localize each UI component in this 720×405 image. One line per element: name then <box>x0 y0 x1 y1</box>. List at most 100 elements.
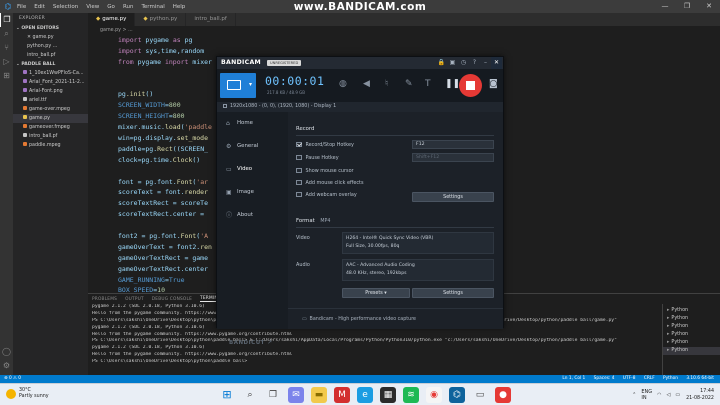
format-settings-button[interactable]: Settings <box>412 288 494 298</box>
minimize-button[interactable]: — <box>654 0 676 13</box>
file-item[interactable]: Arial-Font.png <box>13 87 88 96</box>
lock-icon[interactable]: 🔒 <box>436 57 447 69</box>
pause-icon[interactable]: ❚❚ <box>445 79 460 89</box>
wifi-icon[interactable]: ◠ <box>657 392 661 398</box>
screen-mode-button[interactable]: ▾ <box>220 73 256 98</box>
terminal-instance[interactable]: ▸ Python <box>663 331 720 339</box>
audio-codec-info[interactable]: AAC - Advanced Audio Coding 48.0 KHz, st… <box>342 259 494 281</box>
menu-terminal[interactable]: Terminal <box>141 4 164 10</box>
edge-icon[interactable]: e <box>357 387 373 403</box>
weather-widget[interactable]: 30°C Partly sunny <box>6 388 49 400</box>
record-hotkey-field[interactable]: F12 <box>412 140 494 149</box>
stop-record-button[interactable] <box>459 74 482 97</box>
click-effects-option[interactable]: Add mouse click effects <box>296 178 364 187</box>
nav-video[interactable]: ▭ Video <box>217 158 288 181</box>
nav-about[interactable]: ⓘ About <box>217 204 288 227</box>
file-item[interactable]: Arial_Font_2021-11-2... <box>13 78 88 87</box>
indentation-status[interactable]: Spaces: 4 <box>594 376 615 381</box>
record-stop-hotkey-option[interactable]: Record/Stop Hotkey <box>296 140 354 149</box>
breadcrumb[interactable]: game.py > ... <box>88 26 720 35</box>
tab-intro-ball[interactable]: intro_ball.pf <box>186 13 236 26</box>
chat-icon[interactable]: ✉ <box>288 387 304 403</box>
search-icon[interactable]: ⌕ <box>0 27 13 41</box>
app-icon[interactable]: ▭ <box>472 387 488 403</box>
pause-hotkey-option[interactable]: Pause Hotkey <box>296 153 339 162</box>
file-item[interactable]: intro_ball.pf <box>13 132 88 141</box>
open-editor-item[interactable]: python.py ... <box>13 42 88 51</box>
windows-start-icon[interactable]: ⊞ <box>219 387 235 403</box>
checkbox[interactable] <box>296 154 302 161</box>
tray-chevron-icon[interactable]: ⌃ <box>632 392 636 398</box>
mcafee-icon[interactable]: M <box>334 387 350 403</box>
store-icon[interactable]: ▦ <box>380 387 396 403</box>
open-editor-item[interactable]: ✕ game.py <box>13 33 88 42</box>
terminal-instance[interactable]: ▸ Python <box>663 307 720 315</box>
close-button[interactable]: ✕ <box>491 57 502 69</box>
pause-hotkey-field[interactable]: Shift+F12 <box>412 153 494 162</box>
open-editor-item[interactable]: intro_ball.pf <box>13 51 88 60</box>
source-control-icon[interactable]: ⑂ <box>0 41 13 55</box>
battery-icon[interactable]: ▭ <box>675 392 680 398</box>
checkbox[interactable] <box>296 191 302 198</box>
microphone-icon[interactable]: ♮ <box>385 79 388 89</box>
file-item[interactable]: paddle.mpeg <box>13 141 88 150</box>
file-item[interactable]: game-over.mpeg <box>13 105 88 114</box>
file-item[interactable]: game.py <box>13 114 88 123</box>
nav-home[interactable]: ⌂ Home <box>217 112 288 135</box>
tab-debug-console[interactable]: DEBUG CONSOLE <box>152 297 192 302</box>
webcam-overlay-option[interactable]: Add webcam overlay <box>296 190 357 199</box>
maximize-button[interactable]: ❐ <box>676 0 698 13</box>
menu-edit[interactable]: Edit <box>34 4 45 10</box>
checkbox[interactable] <box>296 167 302 174</box>
presets-button[interactable]: Presets ▾ <box>342 288 410 298</box>
terminal-instance[interactable]: ▸ Python <box>663 347 720 355</box>
speaker-icon[interactable]: ◀ <box>363 79 370 89</box>
search-icon[interactable]: ⌕ <box>242 387 258 403</box>
file-explorer-icon[interactable]: ▬ <box>311 387 327 403</box>
capture-region-bar[interactable]: 1920x1080 - (0, 0), (1920, 1080) - Displ… <box>217 102 503 112</box>
bandicam-titlebar[interactable]: BANDICAM UNREGISTERED 🔒 ▣ ◷ ? – ✕ <box>217 57 503 69</box>
spotify-icon[interactable]: ≋ <box>403 387 419 403</box>
folder-header[interactable]: ⌄ PADDLE BALL <box>13 60 88 69</box>
terminal-instance[interactable]: ▸ Python <box>663 315 720 323</box>
explorer-icon[interactable]: ❐ <box>0 13 13 27</box>
tab-problems[interactable]: PROBLEMS <box>92 297 117 302</box>
checkbox-checked[interactable] <box>296 141 302 148</box>
menu-file[interactable]: File <box>17 4 26 10</box>
draw-pen-icon[interactable]: ✎ <box>405 79 413 89</box>
nav-general[interactable]: ⚙ General <box>217 135 288 158</box>
extensions-icon[interactable]: ⊞ <box>0 69 13 83</box>
file-item[interactable]: 1_10ex1WwPFloS-Ca... <box>13 69 88 78</box>
nav-image[interactable]: ▣ Image <box>217 181 288 204</box>
timer-icon[interactable]: ◷ <box>458 57 469 69</box>
open-editors-header[interactable]: ⌄ OPEN EDITORS <box>13 24 88 33</box>
language-indicator[interactable]: ENG IN <box>641 389 652 401</box>
clock[interactable]: 17:44 21-08-2022 <box>686 388 714 402</box>
eol-status[interactable]: CRLF <box>644 376 655 381</box>
chrome-icon[interactable]: ◉ <box>426 387 442 403</box>
webcam-icon[interactable]: ◍ <box>339 79 347 89</box>
terminal-instance[interactable]: ▸ Python <box>663 339 720 347</box>
cursor-position[interactable]: Ln 1, Col 1 <box>562 376 585 381</box>
folder-icon[interactable]: ▣ <box>447 57 458 69</box>
screenshot-camera-icon[interactable]: ◙ <box>489 79 498 89</box>
menu-help[interactable]: Help <box>173 4 186 10</box>
text-icon[interactable]: T <box>425 79 431 89</box>
menu-selection[interactable]: Selection <box>53 4 78 10</box>
checkbox[interactable] <box>296 179 302 186</box>
video-codec-info[interactable]: H264 - Intel® Quick Sync Video (VBR) Ful… <box>342 232 494 254</box>
show-cursor-option[interactable]: Show mouse cursor <box>296 166 354 175</box>
bandicam-taskbar-icon[interactable]: ● <box>495 387 511 403</box>
account-icon[interactable]: ◯ <box>0 345 13 359</box>
encoding-status[interactable]: UTF-8 <box>623 376 636 381</box>
tab-python-py[interactable]: ◆ python.py <box>135 13 187 26</box>
menu-view[interactable]: View <box>86 4 99 10</box>
help-icon[interactable]: ? <box>469 57 480 69</box>
menu-run[interactable]: Run <box>123 4 134 10</box>
interpreter-status[interactable]: 3.10.6 64-bit <box>686 376 714 381</box>
close-button[interactable]: ✕ <box>698 0 720 13</box>
problems-status[interactable]: ⊗ 0 ⚠ 0 <box>4 375 21 383</box>
task-view-icon[interactable]: ❐ <box>265 387 281 403</box>
tab-game-py[interactable]: ◆ game.py <box>88 13 136 26</box>
terminal-instance[interactable]: ▸ Python <box>663 323 720 331</box>
